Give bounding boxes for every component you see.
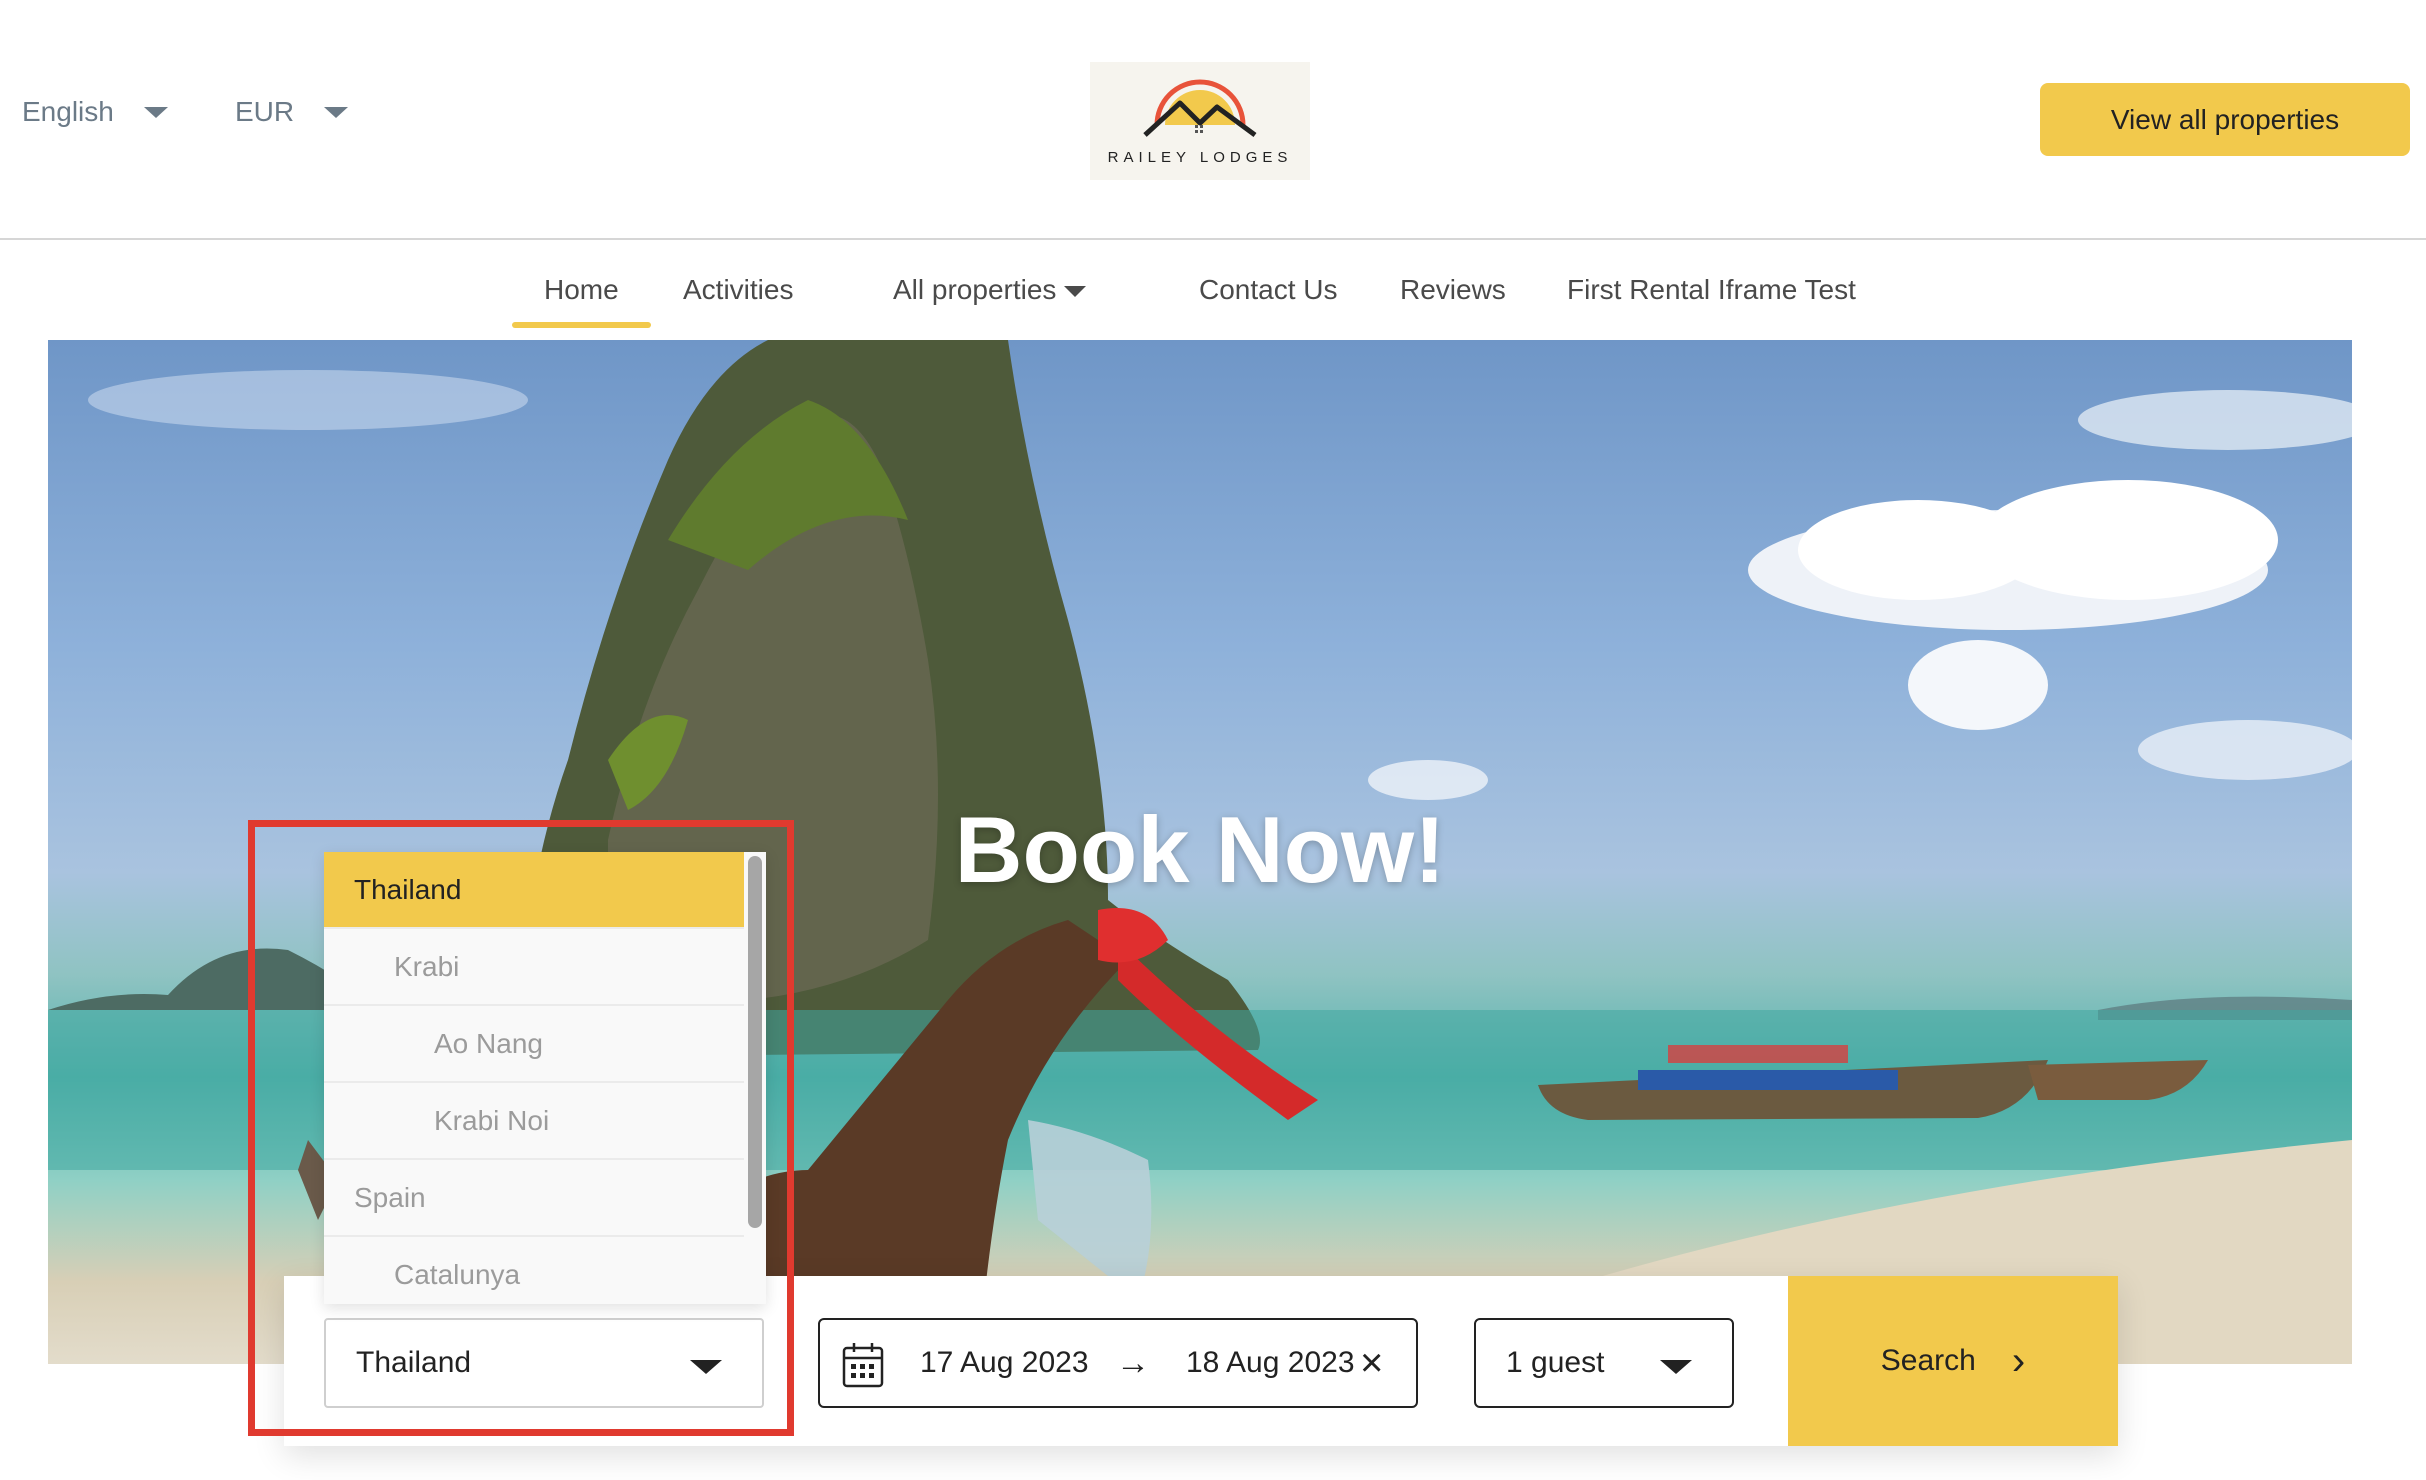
close-icon[interactable]: × (1360, 1343, 1383, 1383)
nav-item-home[interactable]: Home (512, 270, 651, 328)
chevron-down-icon (1660, 1360, 1692, 1374)
main-nav: Home Activities All properties Contact U… (0, 270, 2426, 330)
calendar-icon (842, 1343, 884, 1388)
search-button-label: Search (1880, 1344, 1976, 1377)
language-selector[interactable]: English (22, 96, 168, 128)
logo-text: RAILEY LODGES (1107, 148, 1293, 166)
view-all-properties-button[interactable]: View all properties (2040, 83, 2410, 156)
nav-item-contact-us[interactable]: Contact Us (1199, 270, 1338, 310)
date-range-picker[interactable]: 17 Aug 2023 → 18 Aug 2023 × (818, 1318, 1418, 1408)
nav-item-activities[interactable]: Activities (683, 270, 793, 310)
chevron-down-icon (324, 106, 349, 118)
nav-item-first-rental-iframe-test[interactable]: First Rental Iframe Test (1567, 270, 1856, 310)
chevron-down-icon (143, 106, 168, 118)
site-logo[interactable]: RAILEY LODGES (1090, 62, 1310, 180)
language-label: English (22, 96, 114, 127)
chevron-down-icon (1064, 286, 1087, 298)
arrow-right-icon: → (1116, 1343, 1150, 1382)
nav-item-all-properties-label: All properties (893, 274, 1057, 305)
search-button[interactable]: Search › (1788, 1276, 2118, 1446)
currency-selector[interactable]: EUR (235, 96, 349, 128)
checkout-date[interactable]: 18 Aug 2023 (1186, 1346, 1355, 1380)
top-header: English EUR RAILEY LODGES View all prope… (0, 0, 2426, 240)
mountain-logo-icon (1143, 79, 1257, 137)
guests-select[interactable]: 1 guest (1474, 1318, 1734, 1408)
checkin-date[interactable]: 17 Aug 2023 (920, 1346, 1089, 1380)
currency-label: EUR (235, 96, 295, 127)
nav-item-all-properties[interactable]: All properties (893, 270, 1087, 310)
chevron-right-icon: › (2011, 1338, 2026, 1383)
annotation-highlight-box (248, 820, 794, 1436)
guests-value: 1 guest (1506, 1346, 1605, 1379)
nav-item-reviews[interactable]: Reviews (1400, 270, 1506, 310)
